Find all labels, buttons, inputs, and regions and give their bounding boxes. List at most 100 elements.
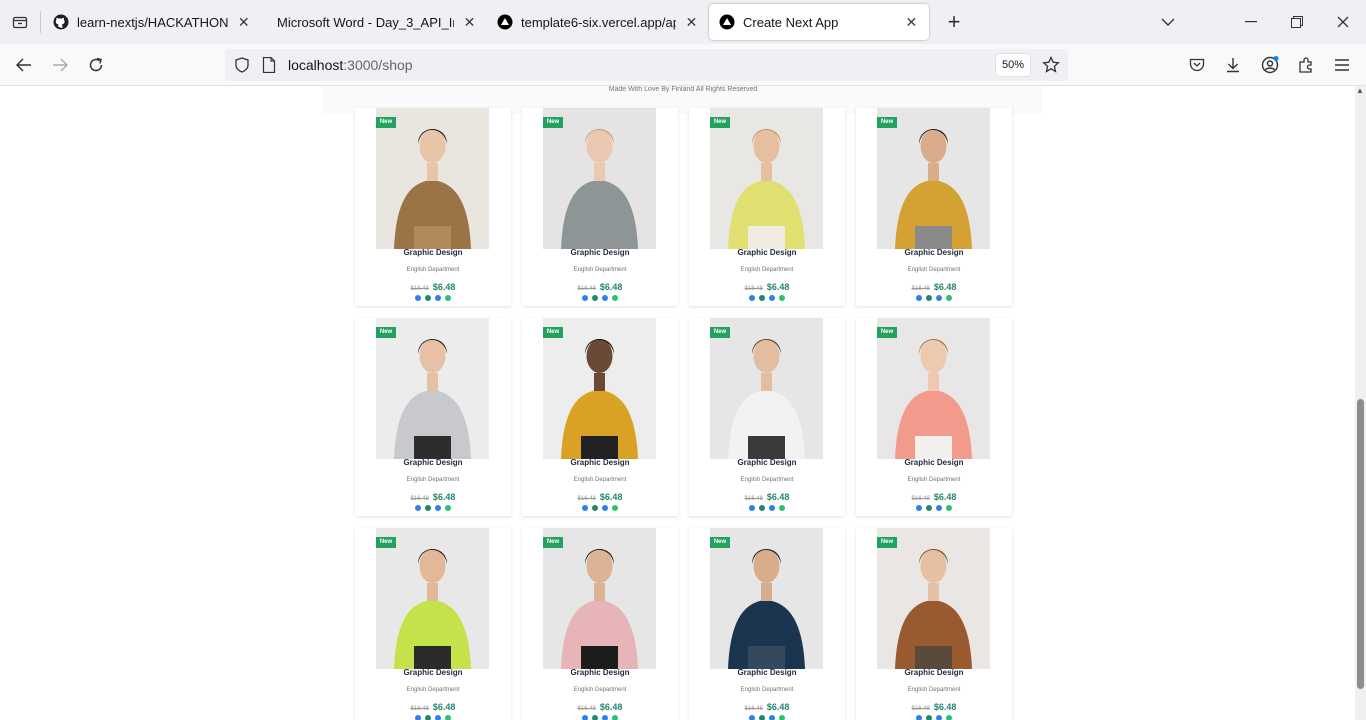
color-swatch[interactable] bbox=[592, 715, 598, 720]
color-swatch[interactable] bbox=[602, 715, 608, 720]
product-name[interactable]: Graphic Design bbox=[856, 458, 1012, 467]
product-name[interactable]: Graphic Design bbox=[522, 668, 678, 677]
pocket-icon[interactable] bbox=[1181, 49, 1213, 81]
color-swatch[interactable] bbox=[445, 715, 451, 720]
color-swatch[interactable] bbox=[582, 715, 588, 720]
list-all-tabs-icon[interactable] bbox=[1145, 0, 1191, 44]
product-card[interactable]: New Graphic Design English Department $1… bbox=[856, 108, 1012, 306]
product-card[interactable]: New Graphic Design English Department $1… bbox=[856, 528, 1012, 720]
product-image[interactable] bbox=[710, 528, 823, 669]
minimize-icon[interactable] bbox=[1228, 0, 1274, 44]
color-swatch[interactable] bbox=[769, 715, 775, 720]
color-swatch[interactable] bbox=[926, 715, 932, 720]
product-image[interactable] bbox=[877, 318, 990, 459]
url-text[interactable]: localhost:3000/shop bbox=[288, 57, 413, 73]
color-swatch[interactable] bbox=[435, 295, 441, 301]
color-swatch[interactable] bbox=[946, 505, 952, 511]
color-swatch[interactable] bbox=[779, 505, 785, 511]
address-bar[interactable]: localhost:3000/shop 50% bbox=[225, 49, 1068, 81]
shield-icon[interactable] bbox=[234, 57, 250, 73]
tab-create-next-app[interactable]: Create Next App ✕ bbox=[709, 4, 929, 40]
product-name[interactable]: Graphic Design bbox=[689, 248, 845, 257]
close-tab-icon[interactable]: ✕ bbox=[462, 14, 477, 31]
product-name[interactable]: Graphic Design bbox=[856, 248, 1012, 257]
product-card[interactable]: New Graphic Design English Department $1… bbox=[355, 528, 511, 720]
product-image[interactable] bbox=[543, 318, 656, 459]
bookmark-star-icon[interactable] bbox=[1042, 56, 1060, 74]
product-card[interactable]: New Graphic Design English Department $1… bbox=[689, 528, 845, 720]
product-image[interactable] bbox=[710, 318, 823, 459]
product-image[interactable] bbox=[543, 108, 656, 249]
product-name[interactable]: Graphic Design bbox=[689, 668, 845, 677]
color-swatch[interactable] bbox=[916, 295, 922, 301]
product-image[interactable] bbox=[376, 318, 489, 459]
product-card[interactable]: New Graphic Design English Department $1… bbox=[355, 318, 511, 516]
color-swatch[interactable] bbox=[435, 505, 441, 511]
product-name[interactable]: Graphic Design bbox=[522, 458, 678, 467]
product-card[interactable]: New Graphic Design English Department $1… bbox=[522, 528, 678, 720]
color-swatch[interactable] bbox=[612, 715, 618, 720]
color-swatch[interactable] bbox=[749, 715, 755, 720]
color-swatch[interactable] bbox=[946, 715, 952, 720]
color-swatch[interactable] bbox=[592, 295, 598, 301]
back-icon[interactable] bbox=[8, 49, 40, 81]
color-swatch[interactable] bbox=[779, 295, 785, 301]
product-card[interactable]: New Graphic Design English Department $1… bbox=[355, 108, 511, 306]
color-swatch[interactable] bbox=[916, 505, 922, 511]
page-icon[interactable] bbox=[262, 57, 276, 73]
product-image[interactable] bbox=[877, 528, 990, 669]
close-tab-icon[interactable]: ✕ bbox=[904, 14, 919, 31]
color-swatch[interactable] bbox=[415, 295, 421, 301]
color-swatch[interactable] bbox=[749, 295, 755, 301]
tab-word-doc[interactable]: Microsoft Word - Day_3_API_Integra ✕ bbox=[261, 4, 487, 40]
color-swatch[interactable] bbox=[425, 715, 431, 720]
color-swatch[interactable] bbox=[602, 505, 608, 511]
color-swatch[interactable] bbox=[435, 715, 441, 720]
color-swatch[interactable] bbox=[445, 295, 451, 301]
color-swatch[interactable] bbox=[612, 295, 618, 301]
color-swatch[interactable] bbox=[612, 505, 618, 511]
color-swatch[interactable] bbox=[936, 505, 942, 511]
reload-icon[interactable] bbox=[80, 49, 112, 81]
extensions-icon[interactable] bbox=[1290, 49, 1322, 81]
color-swatch[interactable] bbox=[926, 295, 932, 301]
scroll-up-icon[interactable]: ▲ bbox=[1356, 86, 1364, 95]
color-swatch[interactable] bbox=[759, 505, 765, 511]
downloads-icon[interactable] bbox=[1217, 49, 1249, 81]
product-name[interactable]: Graphic Design bbox=[689, 458, 845, 467]
color-swatch[interactable] bbox=[936, 715, 942, 720]
restore-icon[interactable] bbox=[1274, 0, 1320, 44]
account-icon[interactable] bbox=[1254, 49, 1286, 81]
product-image[interactable] bbox=[376, 108, 489, 249]
close-window-icon[interactable] bbox=[1320, 0, 1366, 44]
product-card[interactable]: New Graphic Design English Department $1… bbox=[689, 108, 845, 306]
color-swatch[interactable] bbox=[582, 295, 588, 301]
color-swatch[interactable] bbox=[415, 505, 421, 511]
product-name[interactable]: Graphic Design bbox=[355, 458, 511, 467]
color-swatch[interactable] bbox=[926, 505, 932, 511]
product-image[interactable] bbox=[710, 108, 823, 249]
color-swatch[interactable] bbox=[602, 295, 608, 301]
color-swatch[interactable] bbox=[946, 295, 952, 301]
product-image[interactable] bbox=[376, 528, 489, 669]
product-image[interactable] bbox=[543, 528, 656, 669]
product-name[interactable]: Graphic Design bbox=[355, 668, 511, 677]
product-name[interactable]: Graphic Design bbox=[522, 248, 678, 257]
color-swatch[interactable] bbox=[425, 505, 431, 511]
tab-list-icon[interactable] bbox=[0, 0, 40, 44]
tab-template-api[interactable]: template6-six.vercel.app/api/pr ✕ bbox=[487, 4, 709, 40]
close-tab-icon[interactable]: ✕ bbox=[684, 14, 699, 31]
color-swatch[interactable] bbox=[916, 715, 922, 720]
product-image[interactable] bbox=[877, 108, 990, 249]
color-swatch[interactable] bbox=[592, 505, 598, 511]
page-scrollbar[interactable]: ▲ bbox=[1355, 86, 1366, 720]
color-swatch[interactable] bbox=[769, 295, 775, 301]
product-name[interactable]: Graphic Design bbox=[355, 248, 511, 257]
product-card[interactable]: New Graphic Design English Department $1… bbox=[689, 318, 845, 516]
color-swatch[interactable] bbox=[759, 715, 765, 720]
scrollbar-thumb[interactable] bbox=[1357, 399, 1364, 689]
product-card[interactable]: New Graphic Design English Department $1… bbox=[522, 108, 678, 306]
color-swatch[interactable] bbox=[936, 295, 942, 301]
color-swatch[interactable] bbox=[445, 505, 451, 511]
product-card[interactable]: New Graphic Design English Department $1… bbox=[522, 318, 678, 516]
